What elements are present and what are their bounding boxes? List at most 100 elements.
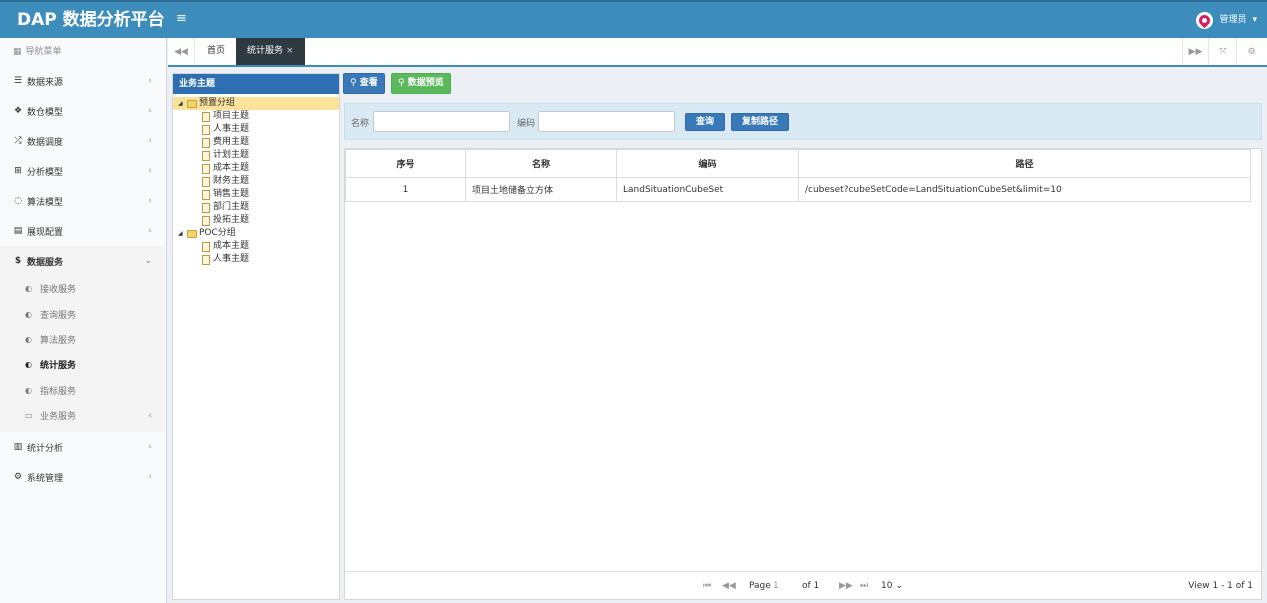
chevron-left-icon: ‹ xyxy=(148,136,152,146)
name-input[interactable] xyxy=(373,111,510,132)
tree-leaf-node[interactable]: 成本主题 xyxy=(173,240,339,253)
leaf-icon: ◐ xyxy=(25,309,32,319)
tree-leaf-node[interactable]: 计划主题 xyxy=(173,149,339,162)
sidebar-item-data-schedule[interactable]: ⤮ 数据调度 ‹ xyxy=(0,126,166,156)
leaf-icon: ◐ xyxy=(25,360,32,370)
service-grid: 序号 名称 编码 路径 1 项目土地储备立方体 LandSituationCub… xyxy=(344,148,1262,600)
table-header-row: 序号 名称 编码 路径 xyxy=(345,149,1251,178)
avatar xyxy=(1196,11,1214,29)
tree-leaf-node[interactable]: 投拓主题 xyxy=(173,214,339,227)
tree-leaf-node[interactable]: 销售主题 xyxy=(173,188,339,201)
folder-icon xyxy=(187,229,197,238)
prev-page-icon[interactable]: ◀◀ xyxy=(722,572,736,600)
data-preview-button[interactable]: ⚲ 数据预览 xyxy=(391,73,451,94)
sidebar-item-data-service[interactable]: $ 数据服务 ⌄ xyxy=(0,246,166,276)
folder-icon: ▭ xyxy=(25,411,33,421)
chevron-left-icon: ‹ xyxy=(148,472,152,483)
tree-leaf-node[interactable]: 费用主题 xyxy=(173,136,339,149)
hamburger-icon[interactable]: ≡ xyxy=(176,12,187,26)
data-service-submenu: ◐ 接收服务 ◐ 查询服务 ◐ 算法服务 ◐ 统计服务 ◐ 指标服务 ▭ 业务服… xyxy=(0,276,166,433)
tree-group-node[interactable]: ◢ POC分组 xyxy=(173,227,339,240)
file-icon xyxy=(202,176,210,187)
leaf-icon: ◐ xyxy=(25,334,32,344)
user-menu[interactable]: 管理员 ▾ xyxy=(1196,11,1257,29)
user-name: 管理员 xyxy=(1219,15,1247,25)
tree-leaf-node[interactable]: 人事主题 xyxy=(173,253,339,266)
next-page-icon[interactable]: ▶▶ xyxy=(839,572,853,600)
file-icon xyxy=(202,202,210,213)
sidebar-item-analysis-model[interactable]: ⊞ 分析模型 ‹ xyxy=(0,156,166,186)
tree-title: 业务主题 xyxy=(173,74,339,94)
file-icon xyxy=(202,163,210,174)
query-button[interactable]: 查询 xyxy=(685,113,726,131)
sidebar-subitem-query-service[interactable]: ◐ 查询服务 xyxy=(0,301,166,326)
close-icon[interactable]: × xyxy=(286,46,294,56)
sidebar-item-warehouse-model[interactable]: ❖ 数仓模型 ‹ xyxy=(0,96,166,126)
chevron-left-icon: ‹ xyxy=(148,106,152,116)
file-icon xyxy=(202,111,210,122)
table-row[interactable]: 1 项目土地储备立方体 LandSituationCubeSet /cubese… xyxy=(345,177,1251,202)
dollar-icon: $ xyxy=(14,256,22,266)
cell-name: 项目土地储备立方体 xyxy=(465,177,617,202)
view-summary: View 1 - 1 of 1 xyxy=(1188,581,1253,591)
tree-leaf-node[interactable]: 部门主题 xyxy=(173,201,339,214)
app-title[interactable]: DAP 数据分析平台 xyxy=(0,2,167,38)
file-icon xyxy=(202,150,210,161)
sidebar-item-display-config[interactable]: ▤ 展现配置 ‹ xyxy=(0,216,166,246)
grid-icon: ▦ xyxy=(13,47,22,57)
scroll-left-icon[interactable]: ◀◀ xyxy=(168,38,195,65)
column-header-code[interactable]: 编码 xyxy=(616,149,799,178)
expand-icon[interactable]: ◢ xyxy=(178,227,184,240)
tree-group-node[interactable]: ◢ 预置分组 xyxy=(173,97,339,110)
sidebar-item-system-admin[interactable]: ⚙ 系统管理 ‹ xyxy=(0,462,166,492)
tree-leaf-node[interactable]: 成本主题 xyxy=(173,162,339,175)
chevron-down-icon: ▾ xyxy=(1252,15,1257,25)
nav-header: ▦ 导航菜单 xyxy=(0,38,166,66)
last-page-icon[interactable]: ⏭ xyxy=(860,572,868,600)
search-icon: ⚲ xyxy=(398,78,405,88)
sidebar-item-stats-analysis[interactable]: ▥ 统计分析 ‹ xyxy=(0,432,166,462)
scroll-right-icon[interactable]: ▶▶ xyxy=(1182,38,1209,65)
cubes-icon: ❖ xyxy=(13,106,23,116)
chevron-left-icon: ‹ xyxy=(148,76,152,86)
chevron-left-icon: ‹ xyxy=(148,442,152,453)
copy-path-button[interactable]: 复制路径 xyxy=(731,113,790,131)
gear-icon[interactable]: ⚙ xyxy=(1238,38,1265,65)
sitemap-icon: ⊞ xyxy=(14,166,22,176)
sidebar-subitem-algorithm-service[interactable]: ◐ 算法服务 xyxy=(0,327,166,352)
sidebar-subitem-receive-service[interactable]: ◐ 接收服务 xyxy=(0,276,166,301)
bar-chart-icon: ▥ xyxy=(13,442,23,453)
database-icon: ☰ xyxy=(13,76,23,86)
chevron-left-icon: ‹ xyxy=(148,226,152,236)
tab-home[interactable]: 首页 xyxy=(196,38,236,65)
sidebar-subitem-indicator-service[interactable]: ◐ 指标服务 xyxy=(0,378,166,403)
topic-tree: ◢ 预置分组 项目主题 人事主题 费用主题 计划主题 成本主题 财务主题 销售主… xyxy=(173,94,339,266)
tree-leaf-node[interactable]: 项目主题 xyxy=(173,110,339,123)
view-button[interactable]: ⚲ 查看 xyxy=(343,73,385,94)
cell-index: 1 xyxy=(345,177,466,202)
code-input[interactable] xyxy=(538,111,675,132)
column-header-index[interactable]: 序号 xyxy=(345,149,466,178)
service-table: 序号 名称 编码 路径 1 项目土地储备立方体 LandSituationCub… xyxy=(345,149,1251,202)
sidebar-item-algorithm-model[interactable]: ◌ 算法模型 ‹ xyxy=(0,186,166,216)
cell-path: /cubeset?cubeSetCode=LandSituationCubeSe… xyxy=(798,177,1251,202)
expand-icon[interactable]: ◢ xyxy=(178,97,184,110)
leaf-icon: ◐ xyxy=(25,284,32,294)
tree-leaf-node[interactable]: 财务主题 xyxy=(173,175,339,188)
fullscreen-icon[interactable]: ⤧ xyxy=(1210,38,1237,65)
column-header-name[interactable]: 名称 xyxy=(465,149,617,178)
code-label: 编码 xyxy=(517,119,536,129)
page-label: Page xyxy=(749,581,771,591)
file-icon xyxy=(202,189,210,200)
tab-stats-service[interactable]: 统计服务 × xyxy=(236,38,305,65)
column-header-path[interactable]: 路径 xyxy=(798,149,1251,178)
page-input[interactable] xyxy=(773,579,799,593)
sidebar: ▦ 导航菜单 ☰ 数据来源 ‹ ❖ 数仓模型 ‹ ⤮ 数据调度 ‹ ⊞ 分析模型… xyxy=(0,38,167,603)
sidebar-subitem-stats-service[interactable]: ◐ 统计服务 xyxy=(0,352,166,377)
name-label: 名称 xyxy=(351,119,370,129)
page-size-select[interactable]: 10 ⌄ xyxy=(881,572,903,600)
sidebar-item-data-source[interactable]: ☰ 数据来源 ‹ xyxy=(0,66,166,96)
first-page-icon[interactable]: ⏮ xyxy=(703,572,711,600)
sidebar-subitem-business-service[interactable]: ▭ 业务服务 ‹ xyxy=(0,403,166,428)
tree-leaf-node[interactable]: 人事主题 xyxy=(173,123,339,136)
